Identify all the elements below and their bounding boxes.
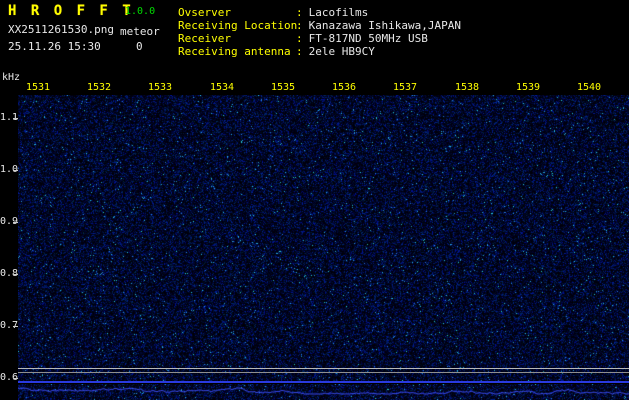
x-tick-label: 1537 bbox=[393, 82, 417, 93]
info-separator: : bbox=[296, 45, 303, 58]
info-separator: : bbox=[296, 19, 303, 32]
info-separator: : bbox=[296, 6, 303, 19]
info-label: Ovserver bbox=[178, 6, 296, 19]
x-tick-label: 1540 bbox=[577, 82, 601, 93]
spectrogram-canvas bbox=[18, 95, 629, 381]
info-label: Receiver bbox=[178, 32, 296, 45]
x-tick-label: 1538 bbox=[455, 82, 479, 93]
info-row-observer: Ovserver: Lacofilms bbox=[178, 6, 368, 19]
info-row-location: Receiving Location: Kanazawa Ishikawa,JAP… bbox=[178, 19, 461, 32]
info-value: FT-817ND 50MHz USB bbox=[309, 32, 428, 45]
timestamp: 25.11.26 15:30 bbox=[8, 40, 101, 53]
output-filename: XX2511261530.png bbox=[8, 23, 114, 36]
y-axis-unit-label: kHz bbox=[2, 72, 20, 83]
signal-baseline-divider bbox=[18, 381, 629, 383]
info-label: Receiving Location bbox=[178, 19, 296, 32]
reference-line-lower bbox=[18, 372, 629, 373]
info-value: Lacofilms bbox=[309, 6, 369, 19]
x-tick-label: 1535 bbox=[271, 82, 295, 93]
hrofft-window: H R O F F T 1.0.0 XX2511261530.png meteo… bbox=[0, 0, 629, 400]
info-row-antenna: Receiving antenna:2ele HB9CY bbox=[178, 45, 375, 58]
reference-line-upper bbox=[18, 368, 629, 369]
x-tick-label: 1533 bbox=[148, 82, 172, 93]
info-value: 2ele HB9CY bbox=[309, 45, 375, 58]
x-tick-label: 1534 bbox=[210, 82, 234, 93]
x-tick-label: 1531 bbox=[26, 82, 50, 93]
info-label: Receiving antenna bbox=[178, 45, 296, 58]
x-tick-label: 1536 bbox=[332, 82, 356, 93]
app-version: 1.0.0 bbox=[125, 6, 155, 17]
info-value: Kanazawa Ishikawa,JAPAN bbox=[309, 19, 461, 32]
info-separator: : bbox=[296, 32, 303, 45]
echo-count: 0 bbox=[136, 40, 143, 53]
observation-mode-label: meteor bbox=[120, 25, 160, 38]
app-title: H R O F F T bbox=[8, 3, 134, 19]
x-tick-label: 1532 bbox=[87, 82, 111, 93]
x-tick-label: 1539 bbox=[516, 82, 540, 93]
info-row-receiver: Receiver: FT-817ND 50MHz USB bbox=[178, 32, 428, 45]
signal-strip-canvas bbox=[18, 384, 629, 400]
